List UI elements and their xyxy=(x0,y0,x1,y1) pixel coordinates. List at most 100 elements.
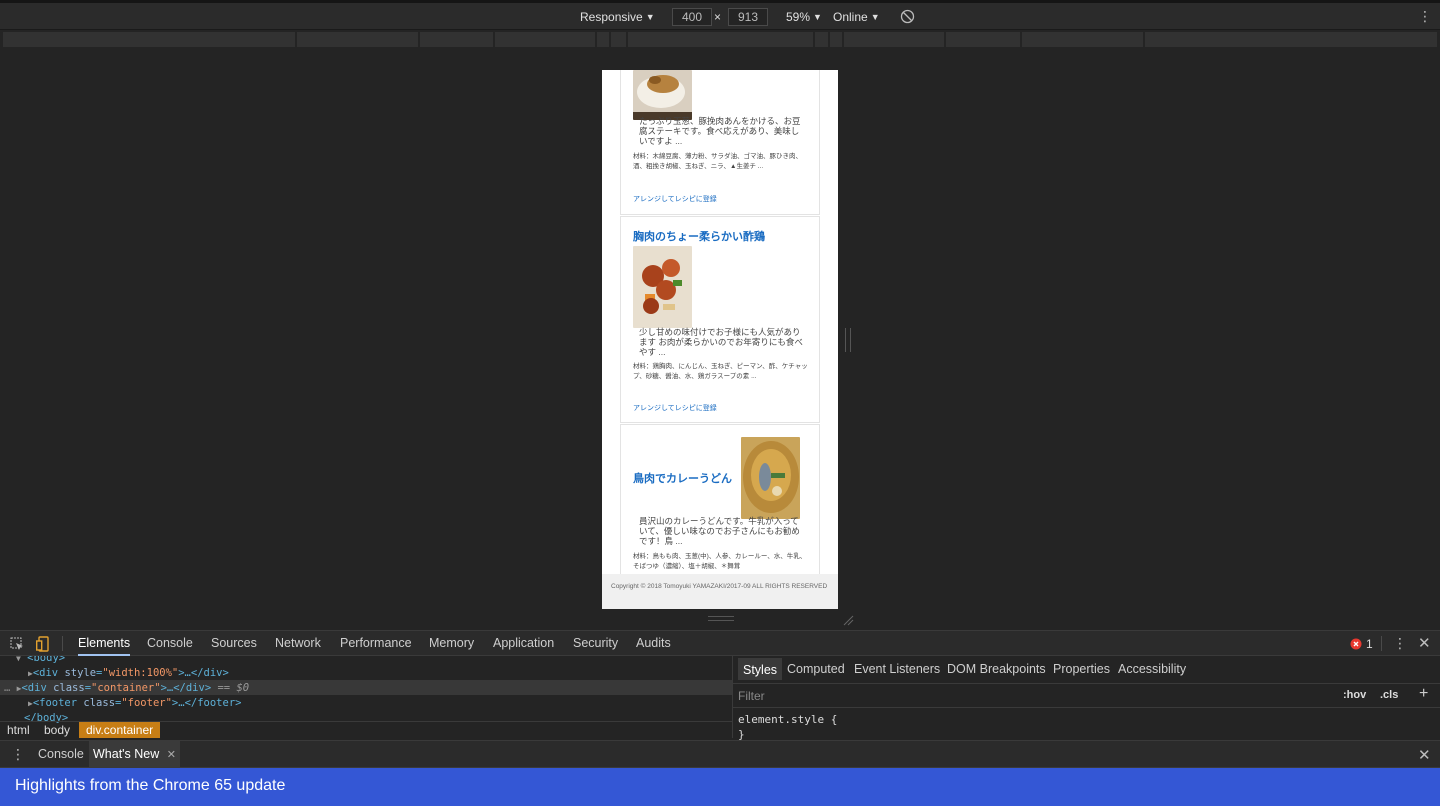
device-label: Responsive xyxy=(580,9,643,24)
recipe-description: たっぷり玉葱、豚挽肉あんをかける、お豆腐ステーキです。食べ応えがあり、美味しいで… xyxy=(639,116,801,146)
tab-audits[interactable]: Audits xyxy=(636,631,671,656)
dom-node-div-container[interactable]: … ▶<div class="container">…</div> == $0 xyxy=(4,681,249,696)
more-vertical-icon[interactable]: ⋮ xyxy=(11,746,25,763)
recipe-card: たっぷり玉葱、豚挽肉あんをかける、お豆腐ステーキです。食べ応えがあり、美味しいで… xyxy=(620,70,820,215)
media-query-segment[interactable] xyxy=(1022,32,1143,47)
close-icon[interactable]: ✕ xyxy=(1418,746,1431,764)
site-footer: Copyright © 2018 Tomoyuki YAMAZAKI/2017-… xyxy=(602,574,838,609)
devtools-panel: Elements Console Sources Network Perform… xyxy=(0,630,1440,806)
network-select[interactable]: Online ▼ xyxy=(833,3,880,30)
dom-node-body[interactable]: ▼ <body> xyxy=(16,656,65,666)
media-query-bar xyxy=(0,30,1440,48)
tab-network[interactable]: Network xyxy=(275,631,321,656)
media-query-segment[interactable] xyxy=(597,32,609,47)
media-query-segment[interactable] xyxy=(830,32,842,47)
arrange-recipe-link[interactable]: アレンジしてレシピに登録 xyxy=(633,194,717,204)
media-query-segment[interactable] xyxy=(628,32,813,47)
recipe-ingredients: 材料：鶏胸肉、にんじん、玉ねぎ、ピーマン、酢、ケチャップ、砂糖、醤油、水、鶏ガラ… xyxy=(633,363,808,380)
error-count: 1 xyxy=(1366,637,1373,651)
device-mode-icon[interactable] xyxy=(36,636,50,652)
tab-properties[interactable]: Properties xyxy=(1053,662,1110,676)
tab-sources[interactable]: Sources xyxy=(211,631,257,656)
add-rule-icon[interactable]: + xyxy=(1419,685,1428,703)
rotate-icon[interactable] xyxy=(900,3,915,30)
breadcrumb: html body div.container xyxy=(0,721,732,738)
recipe-ingredients: 材料：木綿豆腐、薄力粉、サラダ油、ゴマ油、豚ひき肉、酒、粗挽き胡椒、玉ねぎ、ニラ… xyxy=(633,153,802,170)
inspect-element-icon[interactable] xyxy=(10,637,24,651)
arrange-recipe-link[interactable]: アレンジしてレシピに登録 xyxy=(633,403,717,413)
styles-rule: element.style { } xyxy=(738,712,837,742)
breadcrumb-body[interactable]: body xyxy=(44,722,70,738)
breadcrumb-div-container[interactable]: div.container xyxy=(79,722,161,738)
drawer-tab-label: What's New xyxy=(93,747,160,761)
network-label: Online xyxy=(833,9,868,24)
media-query-segment[interactable] xyxy=(495,32,595,47)
more-vertical-icon[interactable]: ⋮ xyxy=(1418,3,1432,30)
style-selector[interactable]: element.style { xyxy=(738,712,837,727)
media-query-segment[interactable] xyxy=(611,32,626,47)
recipe-title-link[interactable]: 胸肉のちょー柔らかい酢鶏 xyxy=(633,228,765,244)
breadcrumb-html[interactable]: html xyxy=(7,722,30,738)
tab-security[interactable]: Security xyxy=(573,631,618,656)
devtools-tabbar: Elements Console Sources Network Perform… xyxy=(0,630,1440,656)
media-query-segment[interactable] xyxy=(844,32,944,47)
tab-dom-breakpoints[interactable]: DOM Breakpoints xyxy=(947,662,1046,676)
drawer-tabbar: ⋮ Console What's New ✕ ✕ xyxy=(0,740,1440,768)
device-viewport: たっぷり玉葱、豚挽肉あんをかける、お豆腐ステーキです。食べ応えがあり、美味しいで… xyxy=(602,70,838,609)
chevron-down-icon: ▼ xyxy=(870,11,880,22)
resize-handle-bottom[interactable] xyxy=(708,616,734,621)
tab-performance[interactable]: Performance xyxy=(340,631,412,656)
food-image[interactable] xyxy=(741,437,800,519)
device-toolbar: Responsive ▼ 400 × 913 59% ▼ Online ▼ ⋮ xyxy=(0,0,1440,30)
food-image[interactable] xyxy=(633,246,692,328)
drawer-tab-whats-new[interactable]: What's New ✕ xyxy=(89,741,180,768)
tab-memory[interactable]: Memory xyxy=(429,631,474,656)
device-select[interactable]: Responsive ▼ xyxy=(580,3,655,30)
zoom-label: 59% xyxy=(786,9,811,24)
drawer-tab-console[interactable]: Console xyxy=(38,741,84,768)
tab-computed[interactable]: Computed xyxy=(787,662,845,676)
styles-pane: Styles Computed Event Listeners DOM Brea… xyxy=(732,656,1440,741)
recipe-description: 少し甘めの味付けでお子様にも人気があります お肉が柔らかいのでお年寄りにも食べや… xyxy=(639,327,803,357)
zoom-select[interactable]: 59% ▼ xyxy=(786,3,822,30)
resize-corner-icon[interactable] xyxy=(842,614,854,626)
styles-filter-row: Filter :hov .cls + xyxy=(733,684,1440,708)
close-tab-icon[interactable]: ✕ xyxy=(167,749,176,761)
recipe-description: 員沢山のカレーうどんです。牛乳が入っていて、優しい味なのでお子さんにもお勧めです… xyxy=(639,516,800,546)
recipe-ingredients: 材料：鳥もも肉、玉葱(中)、人参、カレールー、水、牛乳、そばつゆ（濃縮）、塩＋胡… xyxy=(633,553,807,570)
media-query-segment[interactable] xyxy=(3,32,295,47)
recipe-card: 胸肉のちょー柔らかい酢鶏 少し甘めの味付けでお子様にも人気があります お肉が柔ら… xyxy=(620,216,820,423)
chevron-down-icon: ▼ xyxy=(645,11,655,22)
styles-filter-input[interactable]: Filter xyxy=(738,689,765,703)
whats-new-banner: Highlights from the Chrome 65 update xyxy=(0,768,1440,806)
times-icon: × xyxy=(714,9,722,24)
width-input[interactable]: 400 xyxy=(672,8,712,26)
tab-console[interactable]: Console xyxy=(147,631,193,656)
dom-node-div-width[interactable]: ▶<div style="width:100%">…</div> xyxy=(28,666,229,681)
media-query-segment[interactable] xyxy=(946,32,1020,47)
recipe-title-link[interactable]: 鳥肉でカレーうどん xyxy=(633,470,732,486)
height-input[interactable]: 913 xyxy=(728,8,768,26)
hover-state-toggle[interactable]: :hov xyxy=(1343,689,1366,701)
food-image[interactable] xyxy=(633,70,692,120)
error-counter[interactable]: 1 xyxy=(1350,637,1373,651)
dom-node-footer[interactable]: ▶<footer class="footer">…</footer> xyxy=(28,696,241,711)
media-query-segment[interactable] xyxy=(420,32,493,47)
elements-tree: ▼ <body> ▶<div style="width:100%">…</div… xyxy=(0,656,732,738)
close-icon[interactable]: ✕ xyxy=(1418,634,1431,652)
media-query-segment[interactable] xyxy=(1145,32,1437,47)
tab-event-listeners[interactable]: Event Listeners xyxy=(854,662,940,676)
media-query-segment[interactable] xyxy=(815,32,828,47)
class-toggle[interactable]: .cls xyxy=(1380,689,1398,701)
error-icon xyxy=(1350,638,1362,650)
styles-tabbar: Styles Computed Event Listeners DOM Brea… xyxy=(733,656,1440,684)
recipe-card: 鳥肉でカレーうどん 員沢山のカレーうどんです。牛乳が入っていて、優しい味なのでお… xyxy=(620,424,820,584)
resize-handle-right[interactable] xyxy=(845,328,851,352)
tab-styles[interactable]: Styles xyxy=(738,658,783,680)
tab-accessibility[interactable]: Accessibility xyxy=(1118,662,1186,676)
more-vertical-icon[interactable]: ⋮ xyxy=(1393,635,1407,652)
tab-application[interactable]: Application xyxy=(493,631,554,656)
tab-elements[interactable]: Elements xyxy=(78,631,131,656)
media-query-segment[interactable] xyxy=(297,32,418,47)
chevron-down-icon: ▼ xyxy=(813,11,822,22)
